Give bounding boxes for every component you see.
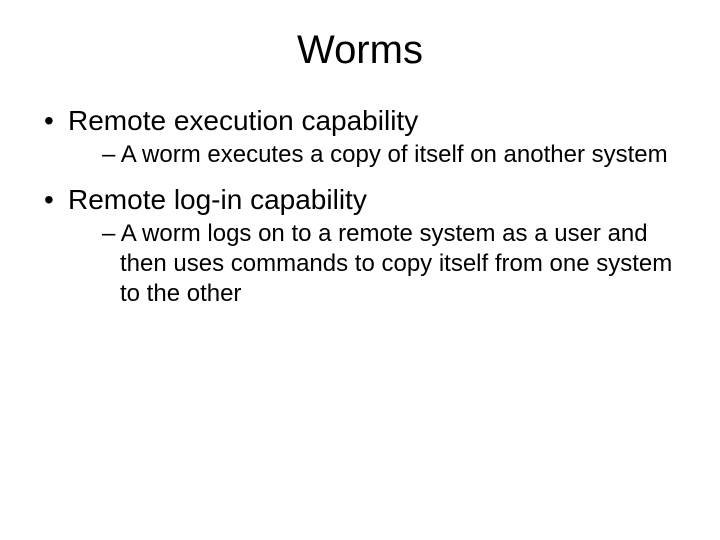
sub-bullet-text: A worm executes a copy of itself on anot… (121, 141, 668, 168)
list-item: – A worm logs on to a remote system as a… (68, 219, 680, 309)
sub-list: – A worm logs on to a remote system as a… (68, 219, 680, 309)
list-item: – A worm executes a copy of itself on an… (68, 140, 680, 170)
slide: Worms Remote execution capability – A wo… (0, 0, 720, 540)
slide-title: Worms (40, 28, 680, 73)
sub-bullet-text: A worm logs on to a remote system as a u… (120, 220, 672, 307)
bullet-text: Remote log-in capability (68, 184, 367, 215)
bullet-text: Remote execution capability (68, 105, 418, 136)
dash-icon: – (102, 141, 121, 168)
sub-list: – A worm executes a copy of itself on an… (68, 140, 680, 170)
bullet-list: Remote execution capability – A worm exe… (40, 103, 680, 309)
list-item: Remote execution capability – A worm exe… (40, 103, 680, 170)
list-item: Remote log-in capability – A worm logs o… (40, 182, 680, 309)
dash-icon: – (102, 220, 121, 247)
